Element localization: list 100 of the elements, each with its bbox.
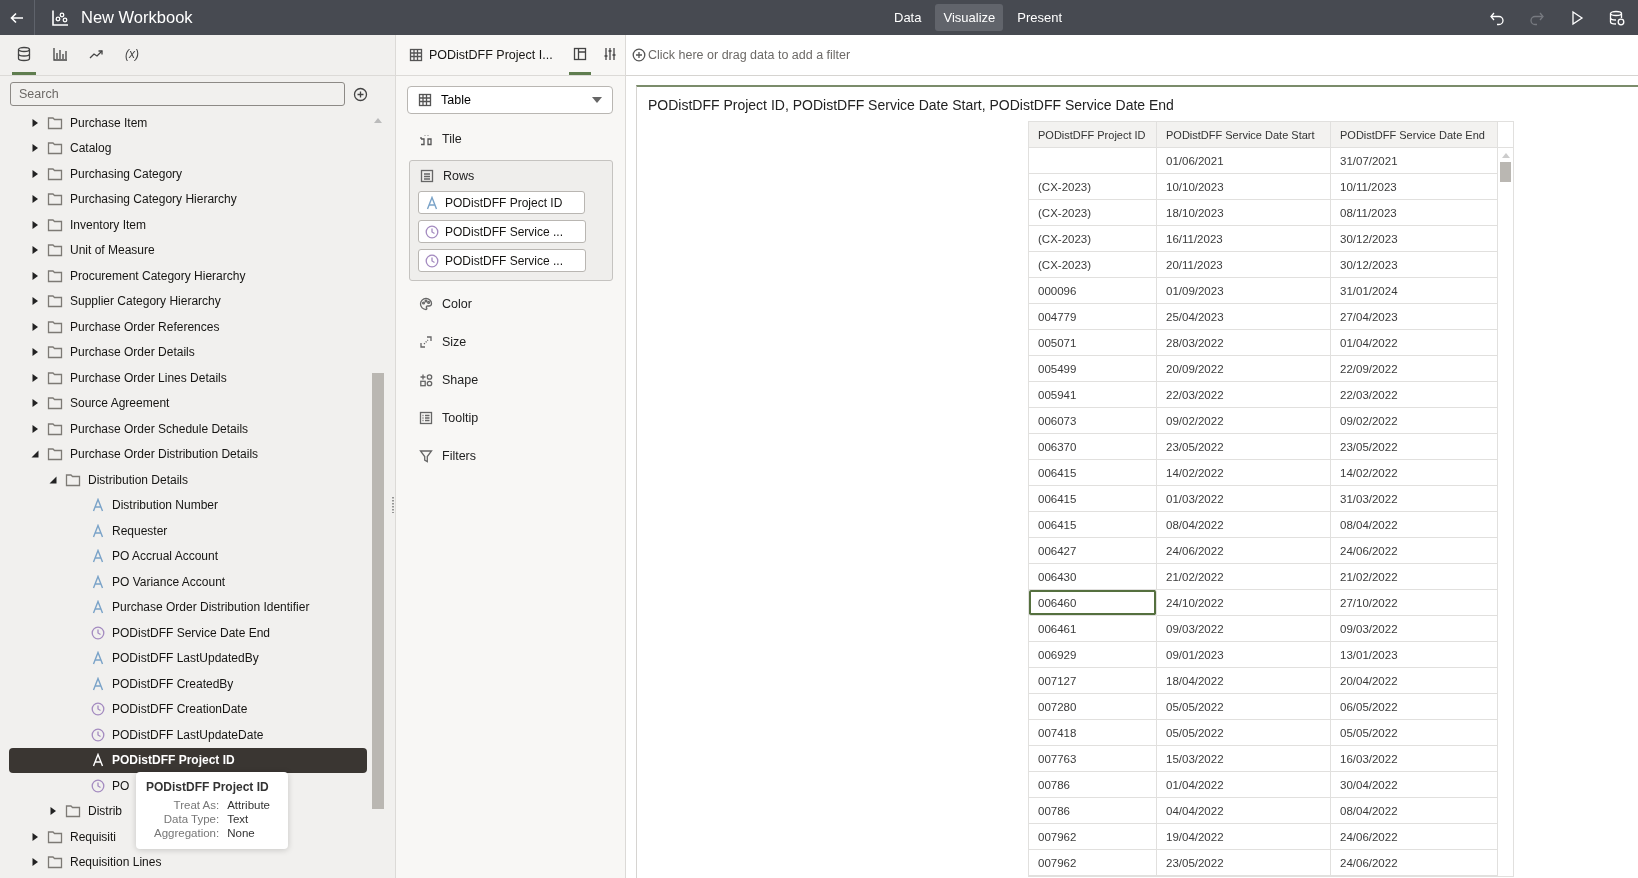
caret-icon[interactable] xyxy=(30,296,40,307)
folder-item[interactable]: Purchase Order Details xyxy=(9,339,195,365)
table-cell: 007280 xyxy=(1029,694,1157,720)
caret-icon[interactable] xyxy=(30,398,40,409)
table-cell: 23/05/2022 xyxy=(1157,434,1331,460)
attribute-icon xyxy=(425,195,439,210)
folder-icon xyxy=(47,855,63,870)
folder-item[interactable]: Purchase Order References xyxy=(9,314,220,340)
section-label[interactable]: Shape xyxy=(442,373,479,387)
table-cell: 005941 xyxy=(1029,382,1157,408)
column-pill[interactable]: PODistDFF Service ... xyxy=(418,220,586,243)
folder-item[interactable]: Requisiti xyxy=(9,824,117,850)
folder-item[interactable]: Purchase Order Lines Details xyxy=(9,365,227,391)
mode-tab[interactable]: Data xyxy=(886,4,930,31)
rows-drop-zone[interactable]: Rows PODistDFF Project ID PODistDFF Service ... PODistDFF Service ... xyxy=(409,160,613,281)
scrollbar-thumb[interactable] xyxy=(1500,162,1511,182)
filter-field[interactable]: Click here or drag data to add a filter xyxy=(648,48,948,62)
folder-item[interactable]: Supplier Category Hierarchy xyxy=(9,288,221,314)
table-grid-icon xyxy=(418,93,432,107)
clock-icon xyxy=(91,727,105,742)
table-cell: 005071 xyxy=(1029,330,1157,356)
calculations-tab[interactable]: (x) xyxy=(120,35,144,75)
table-cell: 05/05/2022 xyxy=(1331,720,1498,746)
folder-item[interactable]: Purchasing Category Hierarchy xyxy=(9,186,237,212)
caret-icon[interactable] xyxy=(30,143,40,154)
column-item[interactable]: PODistDFF LastUpdateDate xyxy=(9,722,264,748)
folder-icon xyxy=(47,192,63,207)
table-cell: 18/10/2023 xyxy=(1157,200,1331,226)
column-item[interactable]: PO Accrual Account xyxy=(9,543,219,569)
column-item[interactable]: PO Variance Account xyxy=(9,569,226,595)
search-field[interactable]: Search xyxy=(10,82,345,106)
folder-item[interactable]: Source Agreement xyxy=(9,390,170,416)
folder-item[interactable]: Distribution Details xyxy=(9,467,189,493)
caret-icon[interactable] xyxy=(30,168,40,179)
column-item[interactable]: PODistDFF Project ID xyxy=(9,747,367,773)
tooltip-label: Aggregation: xyxy=(152,827,220,839)
section-label[interactable]: Tooltip xyxy=(442,411,479,425)
folder-item[interactable]: Purchase Order Schedule Details xyxy=(9,416,249,442)
mode-tab[interactable]: Visualize xyxy=(935,4,1004,31)
caret-icon[interactable] xyxy=(48,806,58,817)
section-label[interactable]: Tile xyxy=(442,132,462,146)
caret-icon[interactable] xyxy=(30,194,40,205)
column-item[interactable]: Purchase Order Distribution Identifier xyxy=(9,594,310,620)
caret-icon[interactable] xyxy=(30,270,40,281)
caret-icon[interactable] xyxy=(30,372,40,383)
folder-item[interactable]: Distrib xyxy=(9,798,122,824)
clock-icon xyxy=(91,625,105,640)
table-cell: 14/02/2022 xyxy=(1331,460,1498,486)
folder-item[interactable]: Purchasing Category xyxy=(9,161,183,187)
column-item[interactable]: PODistDFF Service Date End xyxy=(9,620,271,646)
column-item[interactable]: Requester xyxy=(9,518,168,544)
visualization-type-dropdown[interactable]: Table xyxy=(407,86,613,114)
mode-tab[interactable]: Present xyxy=(1009,4,1071,31)
section-label[interactable]: Size xyxy=(442,335,467,349)
table-cell: 09/01/2023 xyxy=(1157,642,1331,668)
column-header[interactable]: PODistDFF Service Date Start xyxy=(1157,122,1331,148)
folder-item[interactable]: Purchase Item xyxy=(9,110,148,136)
attribute-icon xyxy=(91,651,105,666)
caret-icon[interactable] xyxy=(30,347,40,358)
attribute-icon xyxy=(91,523,105,538)
column-item[interactable]: Distribution Number xyxy=(9,492,219,518)
caret-icon[interactable] xyxy=(30,831,40,842)
table-cell: 24/06/2022 xyxy=(1331,824,1498,850)
column-item[interactable]: PODistDFF CreationDate xyxy=(9,696,248,722)
folder-item[interactable]: Inventory Item xyxy=(9,212,147,238)
attribute-icon xyxy=(91,676,105,691)
caret-icon[interactable] xyxy=(30,321,40,332)
folder-item[interactable]: Procurement Category Hierarchy xyxy=(9,263,246,289)
scrollbar-thumb[interactable] xyxy=(372,373,384,809)
splitter-handle[interactable] xyxy=(392,497,394,513)
section-label[interactable]: Color xyxy=(442,297,472,311)
caret-icon[interactable] xyxy=(30,245,40,256)
caret-icon[interactable] xyxy=(30,857,40,868)
caret-icon[interactable] xyxy=(48,474,58,485)
workbook-title: New Workbook xyxy=(81,8,193,27)
database-refresh-icon xyxy=(1609,9,1625,26)
column-header[interactable]: PODistDFF Service Date End xyxy=(1331,122,1498,148)
caret-icon[interactable] xyxy=(30,219,40,230)
table-cell: 16/03/2022 xyxy=(1331,746,1498,772)
column-item[interactable]: PODistDFF LastUpdatedBy xyxy=(9,645,259,671)
section-label[interactable]: Filters xyxy=(442,449,477,463)
caret-icon[interactable] xyxy=(30,449,40,460)
caret-icon[interactable] xyxy=(30,423,40,434)
column-header[interactable]: PODistDFF Project ID xyxy=(1029,122,1157,148)
folder-item[interactable]: Requisition Lines xyxy=(9,849,162,875)
table-cell: 20/04/2022 xyxy=(1331,668,1498,694)
save-button[interactable] xyxy=(1608,8,1626,27)
folder-item[interactable]: Unit of Measure xyxy=(9,237,155,263)
caret-icon[interactable] xyxy=(30,117,40,128)
table-cell: 006073 xyxy=(1029,408,1157,434)
column-item[interactable]: PODistDFF CreatedBy xyxy=(9,671,234,697)
folder-item[interactable]: Catalog xyxy=(9,135,112,161)
folder-item[interactable]: Purchase Order Distribution Details xyxy=(9,441,259,467)
table-cell: 005499 xyxy=(1029,356,1157,382)
table-cell: 21/02/2022 xyxy=(1331,564,1498,590)
table-cell: 00786 xyxy=(1029,772,1157,798)
clock-icon xyxy=(425,224,439,239)
column-item[interactable]: PO xyxy=(9,773,130,799)
column-pill[interactable]: PODistDFF Service ... xyxy=(418,249,586,272)
column-pill[interactable]: PODistDFF Project ID xyxy=(418,191,586,214)
